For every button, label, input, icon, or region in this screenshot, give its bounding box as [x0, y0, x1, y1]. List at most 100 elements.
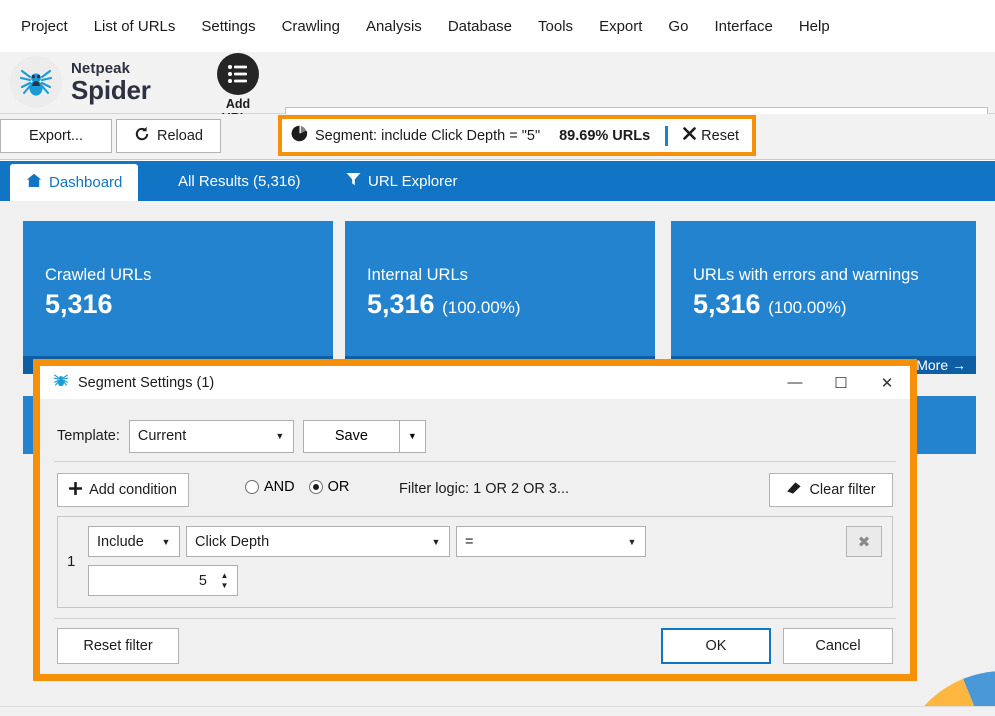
card-urls-with-errors-and-warnings[interactable]: URLs with errors and warnings 5,316 (100… [671, 221, 976, 374]
condition-toolbar: Add condition AND OR Filter logic: 1 OR … [57, 473, 893, 511]
chevron-down-icon: ▼ [161, 536, 171, 547]
segment-description: Segment: include Click Depth = "5" [315, 127, 541, 144]
close-icon[interactable]: ✕ [864, 366, 910, 399]
filter-icon [346, 172, 361, 190]
reload-button[interactable]: Reload [116, 119, 221, 153]
card-value-percent: (100.00%) [442, 298, 521, 317]
segment-settings-dialog-highlight: Segment Settings (1) — ☐ ✕ Template: Cur… [33, 359, 917, 681]
radio-or-label: OR [327, 479, 350, 495]
reset-filter-button[interactable]: Reset filter [57, 628, 179, 664]
menu-item-go[interactable]: Go [655, 13, 701, 40]
status-bar [0, 706, 995, 716]
filter-logic-text: Filter logic: 1 OR 2 OR 3... [399, 481, 570, 497]
template-select[interactable]: Current ▼ [128, 419, 294, 453]
minimize-icon[interactable]: — [772, 366, 818, 399]
condition-field-select[interactable]: Click Depth ▼ [186, 526, 450, 557]
template-row: Template: Current ▼ Save ▼ [40, 413, 910, 459]
delete-icon: ✖ [857, 533, 871, 551]
divider [54, 461, 896, 462]
ok-button[interactable]: OK [661, 628, 771, 664]
radio-and-label: AND [264, 479, 295, 495]
condition-operator-select[interactable]: = ▼ [456, 526, 646, 557]
tab-dashboard-label: Dashboard [49, 174, 123, 191]
chevron-down-icon: ▼ [407, 431, 417, 441]
segment-divider [665, 125, 669, 146]
cancel-label: Cancel [815, 638, 861, 654]
cancel-button[interactable]: Cancel [783, 628, 893, 664]
tab-all-results-label: All Results (5,316) [178, 172, 301, 190]
spider-title-icon [52, 371, 70, 394]
add-condition-button[interactable]: Add condition [57, 473, 189, 507]
reset-filter-label: Reset filter [83, 638, 153, 654]
segment-percent: 89.69% URLs [559, 127, 651, 144]
condition-delete-button[interactable]: ✖ [846, 526, 882, 557]
brand-line-2: Spider [71, 75, 151, 105]
menu-bar: Project List of URLs Settings Crawling A… [0, 0, 995, 52]
menu-item-list-of-urls[interactable]: List of URLs [81, 13, 189, 40]
spider-logo-icon [10, 56, 62, 108]
save-dropdown-button[interactable]: ▼ [399, 419, 426, 453]
condition-value-stepper[interactable]: 5 ▲ ▼ [88, 565, 238, 596]
template-label: Template: [57, 428, 120, 444]
segment-bar[interactable]: Segment: include Click Depth = "5" 89.69… [282, 119, 752, 152]
tab-url-explorer-label: URL Explorer [368, 172, 458, 190]
dialog-body: Template: Current ▼ Save ▼ Add condition… [40, 399, 910, 674]
card-title: URLs with errors and warnings [693, 266, 919, 284]
maximize-icon[interactable]: ☐ [818, 366, 864, 399]
menu-item-crawling[interactable]: Crawling [269, 13, 353, 40]
card-value: 5,316 (100.00%) [345, 285, 655, 320]
condition-field-value: Click Depth [195, 533, 270, 550]
condition-include-value: Include [97, 533, 144, 550]
brand-text: Netpeak Spider [71, 61, 151, 103]
clear-filter-label: Clear filter [809, 482, 876, 498]
export-label: Export... [29, 128, 83, 144]
condition-number: 1 [67, 553, 76, 570]
conditions-panel: 1 Include ▼ Click Depth ▼ = ▼ ✖ 5 ▲ ▼ [57, 516, 893, 608]
tab-dashboard[interactable]: Dashboard [10, 164, 139, 201]
close-icon [683, 127, 696, 144]
stepper-down-icon[interactable]: ▼ [221, 581, 229, 590]
card-title: Internal URLs [367, 266, 468, 284]
radio-or[interactable]: OR [308, 479, 350, 495]
stepper-up-icon[interactable]: ▲ [221, 571, 229, 580]
dialog-title-text: Segment Settings (1) [78, 374, 215, 391]
save-button[interactable]: Save [302, 419, 400, 453]
card-value-percent: (100.00%) [768, 298, 847, 317]
add-urls-icon [217, 53, 259, 95]
radio-and-dot [245, 480, 259, 494]
card-value: 5,316 [23, 285, 333, 320]
tab-url-explorer[interactable]: URL Explorer [330, 161, 473, 201]
card-internal-urls[interactable]: Internal URLs 5,316 (100.00%) More → [345, 221, 655, 374]
menu-item-project[interactable]: Project [8, 13, 81, 40]
menu-item-interface[interactable]: Interface [701, 13, 785, 40]
condition-row-1: 1 Include ▼ Click Depth ▼ = ▼ ✖ 5 ▲ ▼ [58, 517, 892, 607]
menu-item-database[interactable]: Database [435, 13, 525, 40]
segment-reset-button[interactable]: Reset [683, 127, 739, 144]
menu-item-analysis[interactable]: Analysis [353, 13, 435, 40]
logic-radio-group: AND OR [245, 479, 349, 495]
condition-include-select[interactable]: Include ▼ [88, 526, 180, 557]
menu-item-help[interactable]: Help [786, 13, 843, 40]
chevron-down-icon: ▼ [627, 536, 637, 547]
card-crawled-urls[interactable]: Crawled URLs 5,316 More → [23, 221, 333, 374]
brand-toolbar: Netpeak Spider Add URLs https Initial UR… [0, 52, 995, 159]
footer-divider [54, 618, 896, 619]
template-selected-value: Current [137, 428, 187, 444]
card-value-number: 5,316 [693, 289, 761, 319]
home-icon [26, 173, 42, 192]
segment-bar-highlight: Segment: include Click Depth = "5" 89.69… [278, 115, 756, 156]
condition-value-text: 5 [198, 572, 207, 589]
menu-item-settings[interactable]: Settings [188, 13, 268, 40]
tab-all-results[interactable]: All Results (5,316) [162, 161, 317, 201]
card-value-number: 5,316 [45, 289, 113, 319]
segment-reset-label: Reset [701, 127, 740, 144]
eraser-icon [786, 481, 802, 499]
menu-item-tools[interactable]: Tools [525, 13, 586, 40]
menu-item-export[interactable]: Export [586, 13, 655, 40]
condition-operator-value: = [465, 533, 474, 550]
clear-filter-button[interactable]: Clear filter [769, 473, 893, 507]
radio-and[interactable]: AND [245, 479, 295, 495]
app-logo: Netpeak Spider [10, 56, 151, 108]
export-button[interactable]: Export... [0, 119, 112, 153]
card-value: 5,316 (100.00%) [671, 285, 976, 320]
